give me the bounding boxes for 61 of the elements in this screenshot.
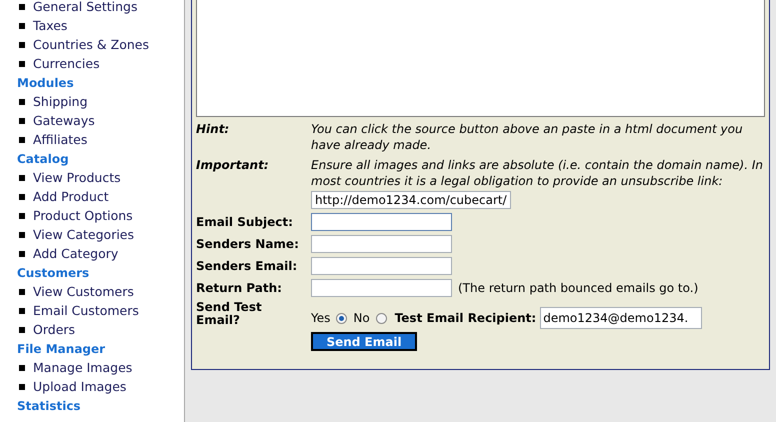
field-label: Return Path:: [196, 281, 283, 295]
text-field[interactable]: [311, 213, 452, 231]
note-label: Hint:: [196, 121, 230, 137]
sidebar-link[interactable]: Product Options: [33, 208, 133, 223]
bullet-icon: [19, 364, 25, 370]
sidebar-link[interactable]: View Categories: [33, 227, 134, 242]
sidebar-link[interactable]: Gateways: [33, 113, 95, 128]
field-label: Senders Name:: [196, 237, 300, 251]
note-label: Important:: [196, 157, 270, 173]
sidebar-link[interactable]: General Settings: [33, 0, 138, 14]
bullet-icon: [19, 308, 25, 314]
text-field[interactable]: [311, 257, 452, 275]
bullet-icon: [19, 22, 25, 28]
note-text: Ensure all images and links are absolute (i.e. contain the domain name). In most countries it is a legal obligation to provide an unsubscribe link:: [311, 157, 764, 189]
send-email-button[interactable]: Send Email: [311, 332, 417, 351]
bullet-icon: [19, 384, 25, 390]
field-hint: (The return path bounced emails go to.): [458, 281, 698, 295]
bullet-icon: [19, 98, 25, 104]
radio-button[interactable]: [376, 312, 387, 324]
bullet-icon: [19, 4, 25, 10]
section-heading: Catalog: [16, 152, 69, 166]
field-label: Test Email Recipient:: [394, 311, 536, 325]
bullet-icon: [19, 232, 25, 238]
section-heading: Modules: [16, 76, 74, 90]
sidebar-link[interactable]: Affiliates: [33, 132, 88, 147]
sidebar-link[interactable]: Currencies: [33, 56, 100, 71]
sidebar-link[interactable]: Orders: [33, 322, 76, 337]
sidebar-link[interactable]: Add Category: [33, 246, 118, 261]
url-field[interactable]: http://demo1234.com/cubecart/: [311, 191, 511, 209]
section-heading: Statistics: [16, 398, 81, 412]
bullet-icon: [19, 212, 25, 218]
sidebar-link[interactable]: Add Product: [33, 189, 109, 204]
section-heading: Customers: [16, 266, 90, 280]
sidebar-link[interactable]: Upload Images: [33, 379, 126, 394]
sidebar-link[interactable]: Email Customers: [33, 303, 139, 318]
bullet-icon: [19, 136, 25, 142]
bullet-icon: [19, 118, 25, 124]
text-field[interactable]: [311, 279, 452, 297]
field-label: Send Test Email?: [196, 301, 263, 327]
bullet-icon: [19, 250, 25, 256]
note-text: You can click the source button above an paste in a html document you have already made.: [311, 121, 744, 153]
sidebar-link[interactable]: View Products: [33, 170, 121, 185]
bullet-icon: [19, 288, 25, 294]
radio-button[interactable]: [336, 312, 348, 324]
sidebar-link[interactable]: Shipping: [33, 94, 88, 109]
field-label: Email Subject:: [196, 215, 294, 229]
text-field[interactable]: [311, 235, 452, 253]
section-heading: File Manager: [16, 342, 106, 356]
bullet-icon: [19, 326, 25, 332]
sidebar-link[interactable]: View Customers: [33, 284, 134, 299]
sidebar-link[interactable]: Manage Images: [33, 360, 132, 375]
sidebar-link[interactable]: Taxes: [33, 18, 68, 33]
bullet-icon: [19, 174, 25, 180]
radio-label: Yes: [311, 311, 330, 325]
field-label: Senders Email:: [196, 259, 298, 273]
bullet-icon: [19, 42, 25, 48]
bullet-icon: [19, 60, 25, 66]
bullet-icon: [19, 194, 25, 200]
sidebar-link[interactable]: Countries & Zones: [33, 37, 149, 52]
email-field[interactable]: demo1234@demo1234.: [540, 307, 702, 329]
radio-label: No: [353, 311, 370, 325]
